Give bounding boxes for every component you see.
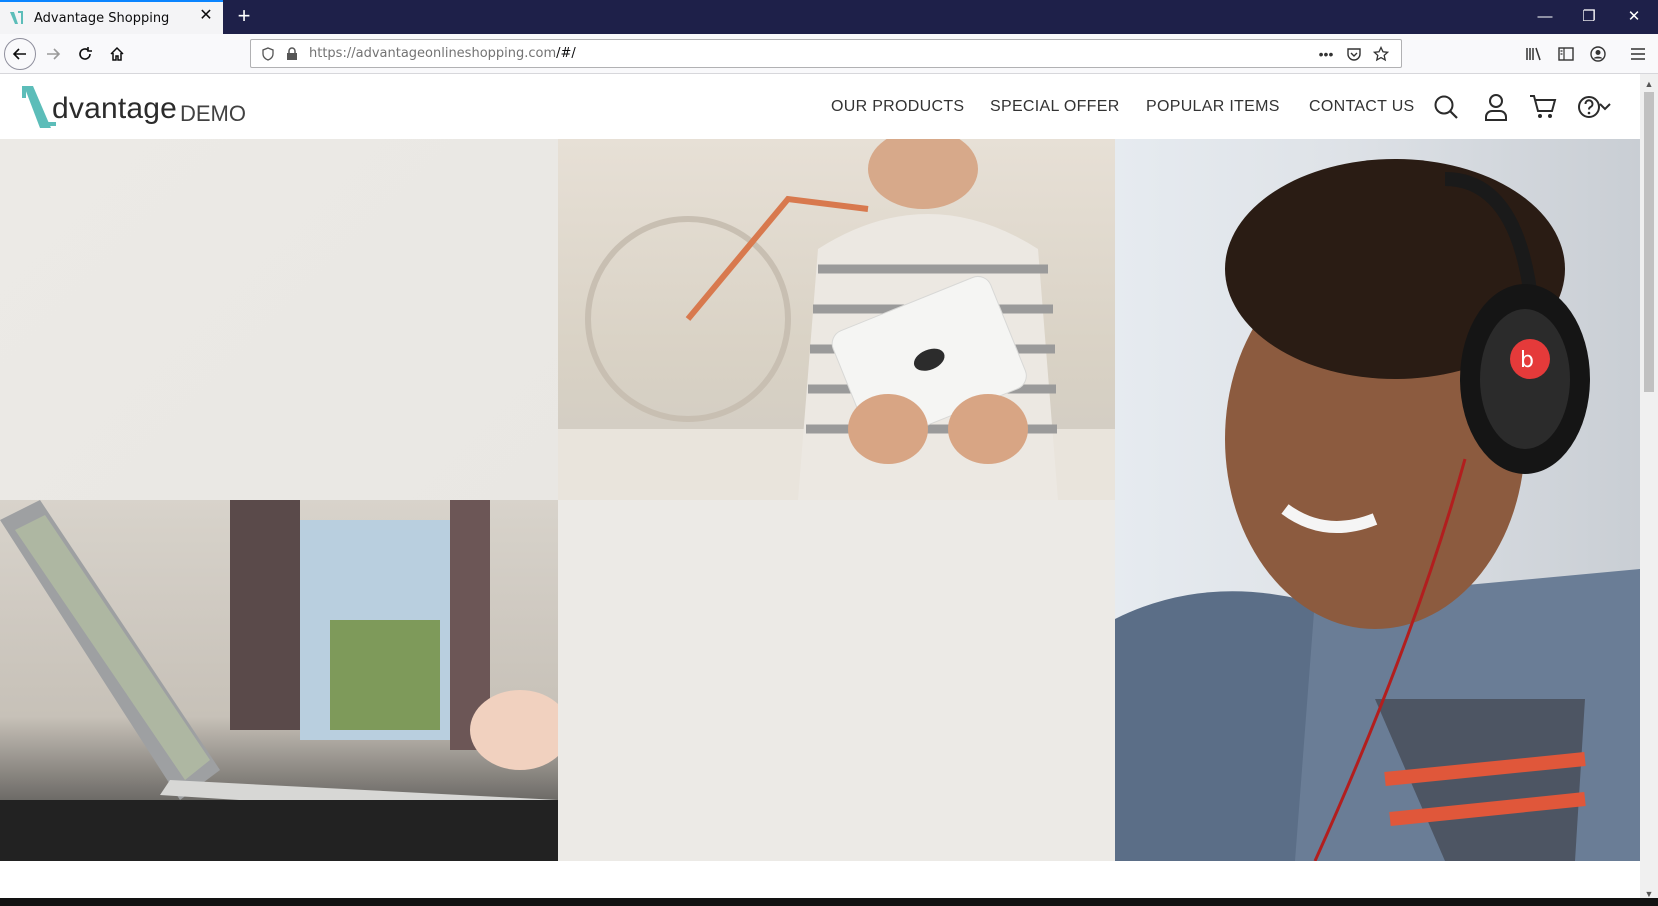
man-with-headphones-illustration: b: [1115, 159, 1640, 861]
nav-contact-us[interactable]: CONTACT US: [1309, 98, 1415, 116]
reload-icon: [79, 47, 92, 60]
laptop-on-desk-image[interactable]: [0, 500, 558, 861]
pocket-icon[interactable]: [1345, 45, 1363, 63]
browser-titlebar: Advantage Shopping ✕ + — ❐ ✕: [0, 0, 1658, 34]
blank-banner-bottom-center: [558, 500, 1115, 861]
back-arrow-icon: [12, 48, 26, 60]
scroll-up-icon[interactable]: ▲: [1640, 76, 1658, 92]
minimize-icon[interactable]: —: [1533, 5, 1557, 29]
search-icon[interactable]: [1431, 92, 1461, 122]
url-text[interactable]: https://advantageonlineshopping.com/#/: [309, 46, 576, 61]
window-close-icon[interactable]: ✕: [1622, 5, 1646, 29]
os-taskbar: [0, 898, 1658, 906]
chevron-down-icon[interactable]: [1597, 92, 1613, 122]
url-host: https://advantageonlineshopping.com: [309, 46, 557, 61]
back-button[interactable]: [4, 38, 36, 70]
address-bar[interactable]: https://advantageonlineshopping.com/#/ •…: [250, 39, 1402, 68]
url-path: /#/: [556, 46, 576, 61]
home-icon: [110, 46, 124, 61]
laptop-on-desk-illustration: [0, 500, 558, 861]
scroll-thumb[interactable]: [1644, 92, 1654, 392]
library-icon[interactable]: [1522, 42, 1546, 66]
user-icon[interactable]: [1481, 92, 1511, 122]
woman-with-tablet-image[interactable]: [558, 139, 1115, 500]
page-actions-icon[interactable]: •••: [1317, 45, 1335, 63]
menu-hamburger-icon[interactable]: [1626, 42, 1650, 66]
logo-demo-label: DEMO: [180, 101, 246, 126]
forward-button[interactable]: [38, 39, 68, 69]
nav-our-products[interactable]: OUR PRODUCTS: [831, 98, 964, 116]
logo-wordmark[interactable]: dvantage: [52, 92, 177, 126]
close-tab-icon[interactable]: ✕: [198, 8, 214, 24]
headphone-logo: b: [1520, 348, 1534, 373]
man-with-headphones-image[interactable]: b: [1115, 139, 1640, 861]
tab-title: Advantage Shopping: [34, 11, 170, 26]
site-header: dvantage DEMO OUR PRODUCTS SPECIAL OFFER…: [0, 74, 1640, 139]
page-scrollbar[interactable]: ▲ ▼: [1640, 74, 1658, 906]
forward-arrow-icon: [47, 48, 61, 60]
promo-grid: b: [0, 139, 1640, 861]
blank-banner-top-left: [0, 139, 558, 500]
woman-with-tablet-illustration: [558, 139, 1115, 500]
nav-popular-items[interactable]: POPULAR ITEMS: [1146, 98, 1280, 116]
nav-special-offer[interactable]: SPECIAL OFFER: [990, 98, 1120, 116]
sidebar-icon[interactable]: [1554, 42, 1578, 66]
new-tab-button[interactable]: +: [232, 4, 256, 28]
bookmark-star-icon[interactable]: [1372, 45, 1390, 63]
browser-navbar: https://advantageonlineshopping.com/#/ •…: [0, 34, 1658, 74]
home-button[interactable]: [102, 39, 132, 69]
reload-button[interactable]: [70, 39, 100, 69]
cart-icon[interactable]: [1528, 92, 1558, 122]
lock-icon[interactable]: [283, 45, 301, 63]
site-favicon-icon: [10, 11, 23, 24]
browser-tab[interactable]: Advantage Shopping ✕: [0, 0, 223, 34]
account-icon[interactable]: [1586, 42, 1610, 66]
restore-icon[interactable]: ❐: [1577, 5, 1601, 29]
shield-icon[interactable]: [259, 45, 277, 63]
